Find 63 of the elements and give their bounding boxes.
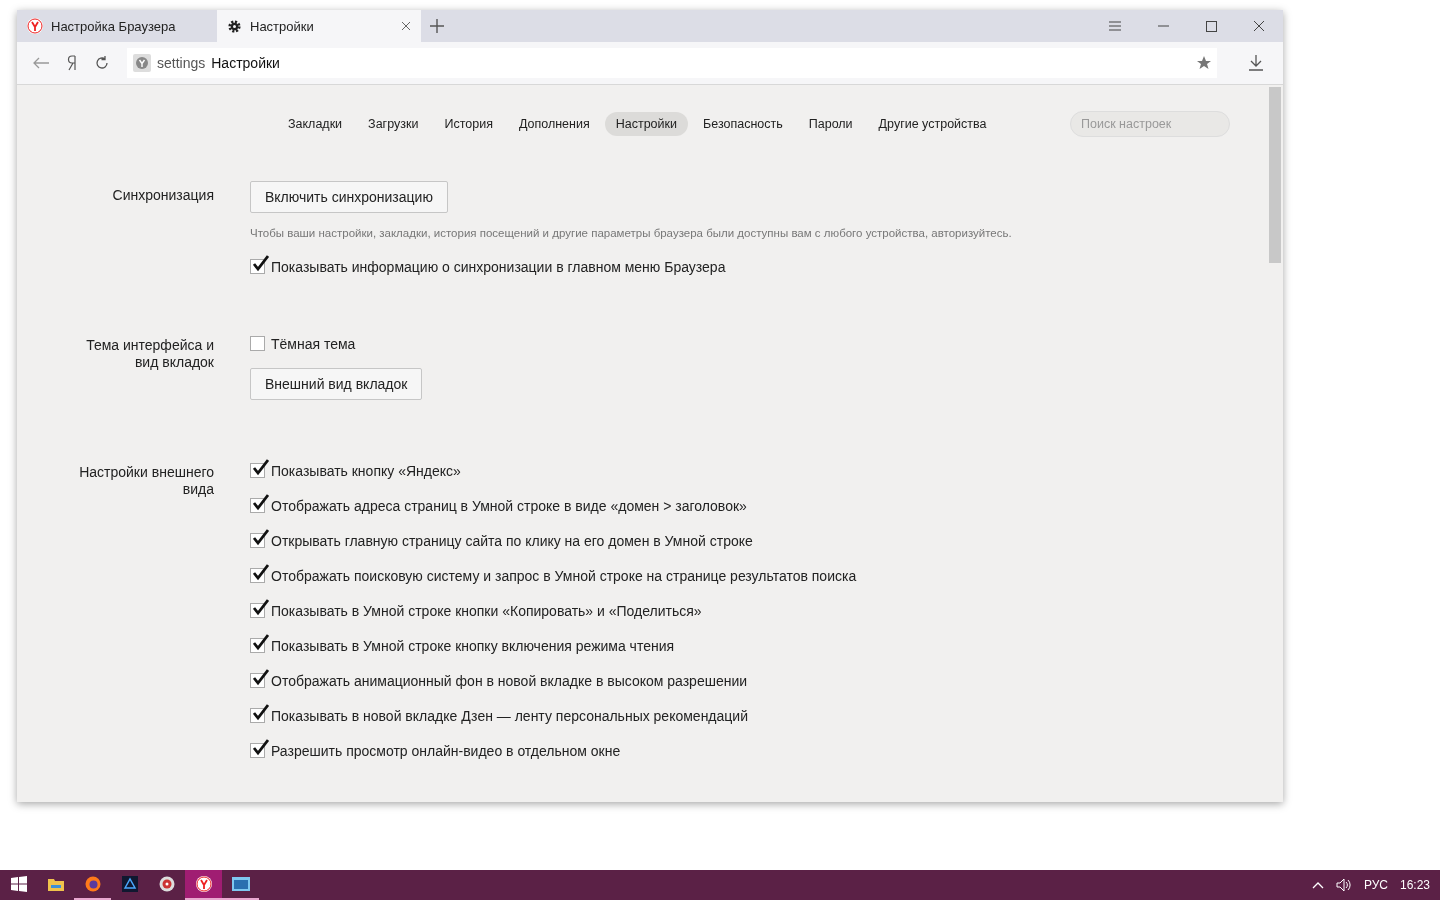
nav-tab[interactable]: Закладки (277, 112, 354, 136)
minimize-icon (1157, 25, 1169, 27)
maximize-icon (1205, 20, 1217, 32)
window-icon (231, 877, 250, 891)
windows-logo-icon (10, 876, 27, 892)
chevron-up-icon[interactable] (1311, 881, 1324, 889)
menu-icon (1109, 21, 1121, 31)
search-field[interactable]: Поиск настроек (1070, 111, 1230, 137)
nav-tab[interactable]: Безопасность (692, 112, 794, 136)
hint-text: Чтобы ваши настройки, закладки, история посещений и другие параметры браузера были доступны вам с любого устройства, авторизуйтесь. (250, 226, 1012, 241)
page-title: Настройки (211, 55, 281, 71)
nav-tab[interactable]: Дополнения (507, 112, 601, 136)
section-label: Тема интерфейса и вид вкладок (85, 336, 214, 372)
download-icon[interactable] (1249, 55, 1263, 71)
disc-icon (158, 876, 175, 892)
checkbox-label: Разрешить просмотр онлайн-видео в отдельном окне (271, 742, 621, 759)
site-icon (133, 54, 151, 72)
checkbox-label: Отображать анимационный фон в новой вкладке в высоком разрешении (271, 672, 748, 689)
address-bar[interactable]: settings Настройки (127, 48, 1217, 78)
close-icon (1253, 20, 1265, 32)
checkbox-label: Отображать адреса страниц в Умной строке в виде «домен > заголовок» (271, 497, 747, 514)
url-text: settings (157, 55, 206, 71)
section-label: Синхронизация (111, 186, 214, 205)
app-icon (121, 876, 138, 892)
star-icon[interactable] (1197, 56, 1211, 70)
nav-tab[interactable]: История (433, 112, 504, 136)
checkbox-label: Показывать в Умной строке кнопку включения режима чтения (271, 637, 675, 654)
nav-tab[interactable]: Загрузки (357, 112, 430, 136)
checkbox[interactable] (250, 336, 265, 351)
scrollbar[interactable] (1266, 85, 1283, 802)
close-icon (401, 21, 411, 31)
checkbox-label: Показывать кнопку «Яндекс» (271, 462, 461, 479)
reload-icon[interactable] (95, 56, 109, 70)
firefox-icon (84, 876, 101, 892)
checkbox-label: Тёмная тема (271, 335, 356, 352)
nav-tab[interactable]: Другие устройства (867, 112, 998, 136)
scroll-thumb[interactable] (1268, 87, 1281, 263)
section-label: Настройки внешнего вида (78, 463, 214, 499)
back-arrow-icon[interactable] (33, 57, 49, 69)
clock[interactable]: 16:23 (1399, 878, 1430, 892)
tab-close-button[interactable] (401, 21, 411, 31)
nav-tab[interactable]: Настройки (604, 112, 688, 136)
tab-title: Настройки (250, 18, 315, 34)
settings-button[interactable]: Включить синхронизацию (250, 181, 448, 213)
checkbox-label: Показывать в новой вкладке Дзен — ленту персональных рекомендаций (271, 707, 748, 724)
tab-title: Настройка Браузера (51, 18, 177, 34)
browser-tab[interactable]: Настройки (217, 10, 421, 42)
plus-icon (430, 19, 444, 33)
settings-button[interactable]: Внешний вид вкладок (250, 368, 423, 400)
nav-tab[interactable]: Пароли (797, 112, 864, 136)
checkbox-label: Открывать главную страницу сайта по клику на его домен в Умной строке (271, 532, 753, 549)
language-indicator[interactable]: РУС (1363, 878, 1388, 892)
checkbox-label: Показывать в Умной строке кнопки «Копировать» и «Поделиться» (271, 602, 702, 619)
folder-icon (47, 877, 64, 891)
gear-icon (227, 18, 242, 34)
speaker-icon[interactable] (1335, 878, 1352, 892)
browser-tab[interactable]: Настройка Браузера (17, 10, 217, 42)
yandex-logo-icon (27, 18, 43, 34)
yandex-browser-icon (195, 876, 212, 892)
checkbox-label: Показывать информацию о синхронизации в главном меню Браузера (271, 258, 726, 275)
taskbar-app[interactable] (185, 870, 222, 900)
yandex-letter-icon[interactable] (67, 55, 77, 71)
checkbox-label: Отображать поисковую систему и запрос в Умной строке на странице результатов поиска (271, 567, 857, 584)
